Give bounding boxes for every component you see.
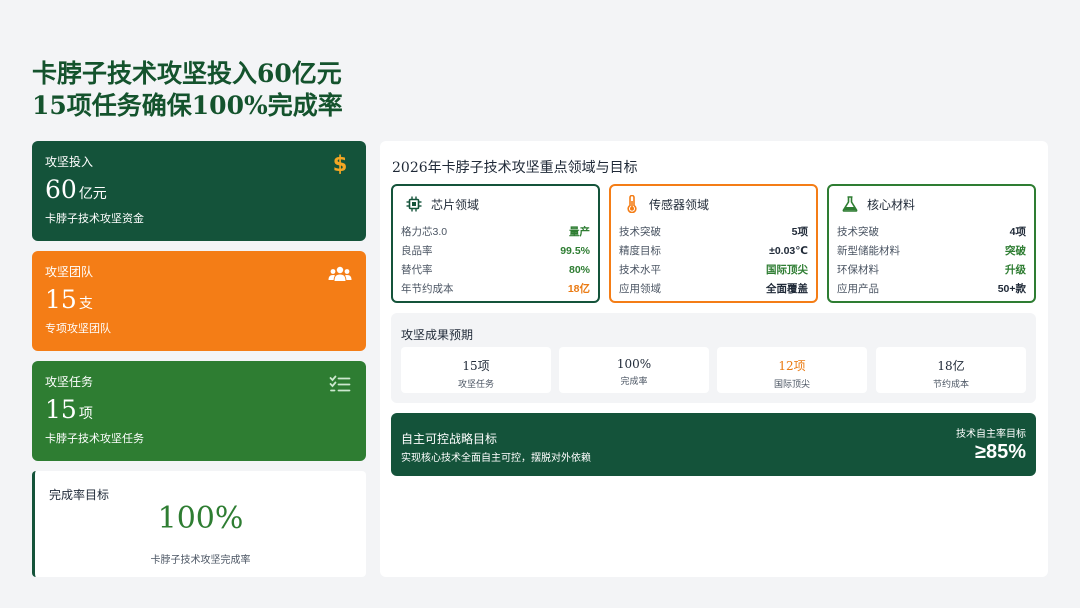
outcome-section: 攻坚成果预期 15项 攻坚任务 100% 完成率 12项 国际顶尖 18亿 节约… (391, 313, 1036, 403)
domain-card-materials: 核心材料 技术突破 4项 新型储能材料 突破 环保材料 升级 应用产品 50+款 (827, 184, 1036, 303)
stat-unit: 支 (78, 296, 93, 312)
strategy-desc: 实现核心技术全面自主可控，摆脱对外依赖 (401, 453, 591, 464)
strategy-target-value: ≥85% (974, 441, 1026, 463)
row-key: 精度目标 (619, 245, 661, 257)
row-value: 全面覆盖 (766, 283, 808, 295)
row-key: 技术突破 (837, 226, 879, 238)
stat-desc: 专项攻坚团队 (45, 323, 111, 335)
domain-header: 芯片领域 (401, 186, 590, 222)
domain-title: 核心材料 (867, 197, 916, 212)
team-icon (328, 263, 352, 285)
domain-card-chip: 芯片领域 格力芯3.0 量产 良品率 99.5% 替代率 80% 年节约成本 18亿 (391, 184, 600, 303)
domain-row: 环保材料 升级 (837, 260, 1026, 279)
row-value: 国际顶尖 (766, 264, 808, 276)
row-key: 技术突破 (619, 226, 661, 238)
domain-row: 应用产品 50+款 (837, 279, 1026, 298)
stat-unit: 项 (78, 406, 93, 422)
stat-desc: 卡脖子技术攻坚任务 (45, 433, 144, 445)
row-value: ±0.03℃ (769, 244, 808, 257)
outcome-item: 15项 攻坚任务 (401, 347, 551, 393)
row-value: 突破 (1005, 245, 1026, 257)
row-value: 量产 (569, 226, 590, 238)
domain-row: 年节约成本 18亿 (401, 279, 590, 298)
row-key: 良品率 (401, 245, 433, 257)
panel-title: 2026年卡脖子技术攻坚重点领域与目标 (392, 160, 638, 176)
row-value: 5项 (791, 226, 808, 238)
row-value: 4项 (1009, 226, 1026, 238)
row-value: 50+款 (997, 283, 1026, 295)
domain-card-sensor: 传感器领域 技术突破 5项 精度目标 ±0.03℃ 技术水平 国际顶尖 应用领域 全面覆… (609, 184, 818, 303)
outcome-item: 18亿 节约成本 (876, 347, 1026, 393)
slide: 卡脖子技术攻坚投入60亿元 15项任务确保100%完成率 攻坚投入 60 亿元 卡… (0, 0, 1080, 608)
domain-row: 新型储能材料 突破 (837, 241, 1026, 260)
stat-desc: 卡脖子技术攻坚资金 (45, 213, 144, 225)
outcome-title: 攻坚成果预期 (401, 328, 474, 342)
chip-icon (405, 195, 423, 213)
domain-row: 技术水平 国际顶尖 (619, 260, 808, 279)
outcome-label: 节约成本 (932, 379, 969, 389)
outcome-value: 18亿 (937, 359, 965, 373)
outcome-item: 12项 国际顶尖 (717, 347, 867, 393)
stat-number: 60 (45, 175, 77, 204)
domain-title: 芯片领域 (431, 197, 480, 212)
domain-row: 格力芯3.0 量产 (401, 222, 590, 241)
strategy-target-label: 技术自主率目标 (956, 429, 1026, 440)
outcome-label: 攻坚任务 (457, 379, 494, 389)
row-value: 升级 (1005, 264, 1026, 276)
focus-areas-panel: 2026年卡脖子技术攻坚重点领域与目标 芯片领域 格力芯3.0 量产 良品率 9… (380, 141, 1048, 577)
dollar-icon: $ (332, 152, 348, 176)
rate-value: 100% (157, 501, 244, 536)
stat-value: 15 项 (45, 395, 352, 429)
strategy-banner: 自主可控战略目标 实现核心技术全面自主可控，摆脱对外依赖 技术自主率目标 ≥85… (391, 413, 1036, 476)
domain-row: 技术突破 5项 (619, 222, 808, 241)
domain-row: 精度目标 ±0.03℃ (619, 241, 808, 260)
row-key: 技术水平 (619, 264, 661, 276)
thermometer-icon (623, 195, 641, 213)
page-title: 卡脖子技术攻坚投入60亿元 15项任务确保100%完成率 (32, 58, 343, 122)
domain-row: 替代率 80% (401, 260, 590, 279)
domain-row: 应用领域 全面覆盖 (619, 279, 808, 298)
row-value: 99.5% (560, 244, 590, 257)
domain-header: 传感器领域 (619, 186, 808, 222)
row-key: 应用领域 (619, 283, 661, 295)
stat-card-team: 攻坚团队 15 支 专项攻坚团队 (32, 251, 366, 351)
row-key: 新型储能材料 (837, 245, 900, 257)
row-key: 环保材料 (837, 264, 879, 276)
stat-card-investment: 攻坚投入 60 亿元 卡脖子技术攻坚资金 $ (32, 141, 366, 241)
stat-number: 15 (45, 285, 77, 314)
domain-row: 技术突破 4项 (837, 222, 1026, 241)
rate-desc: 卡脖子技术攻坚完成率 (150, 555, 251, 566)
stat-value: 15 支 (45, 285, 352, 319)
task-list-icon (328, 373, 352, 395)
stat-label: 攻坚投入 (45, 155, 94, 169)
stat-value: 60 亿元 (45, 175, 352, 209)
row-key: 年节约成本 (401, 283, 454, 295)
outcome-value: 100% (616, 357, 652, 371)
outcome-label: 国际顶尖 (773, 379, 810, 389)
completion-rate-card: 完成率目标 100% 卡脖子技术攻坚完成率 (32, 471, 366, 577)
row-value: 18亿 (567, 283, 590, 295)
domain-row: 良品率 99.5% (401, 241, 590, 260)
outcome-item: 100% 完成率 (559, 347, 709, 393)
stat-unit: 亿元 (78, 186, 107, 202)
outcome-value: 12项 (778, 359, 806, 373)
row-value: 80% (568, 263, 590, 276)
title-line-2: 15项任务确保100%完成率 (32, 91, 343, 120)
stat-number: 15 (45, 395, 77, 424)
domain-header: 核心材料 (837, 186, 1026, 222)
stat-label: 攻坚团队 (45, 265, 94, 279)
strategy-title: 自主可控战略目标 (401, 432, 498, 446)
flask-icon (841, 195, 859, 213)
outcome-label: 完成率 (620, 376, 648, 386)
domain-title: 传感器领域 (649, 197, 710, 212)
row-key: 应用产品 (837, 283, 879, 295)
title-line-1: 卡脖子技术攻坚投入60亿元 (32, 59, 342, 88)
stat-card-tasks: 攻坚任务 15 项 卡脖子技术攻坚任务 (32, 361, 366, 461)
row-key: 格力芯3.0 (401, 226, 448, 238)
stat-label: 攻坚任务 (45, 375, 94, 389)
outcome-value: 15项 (462, 359, 490, 373)
row-key: 替代率 (401, 264, 433, 276)
